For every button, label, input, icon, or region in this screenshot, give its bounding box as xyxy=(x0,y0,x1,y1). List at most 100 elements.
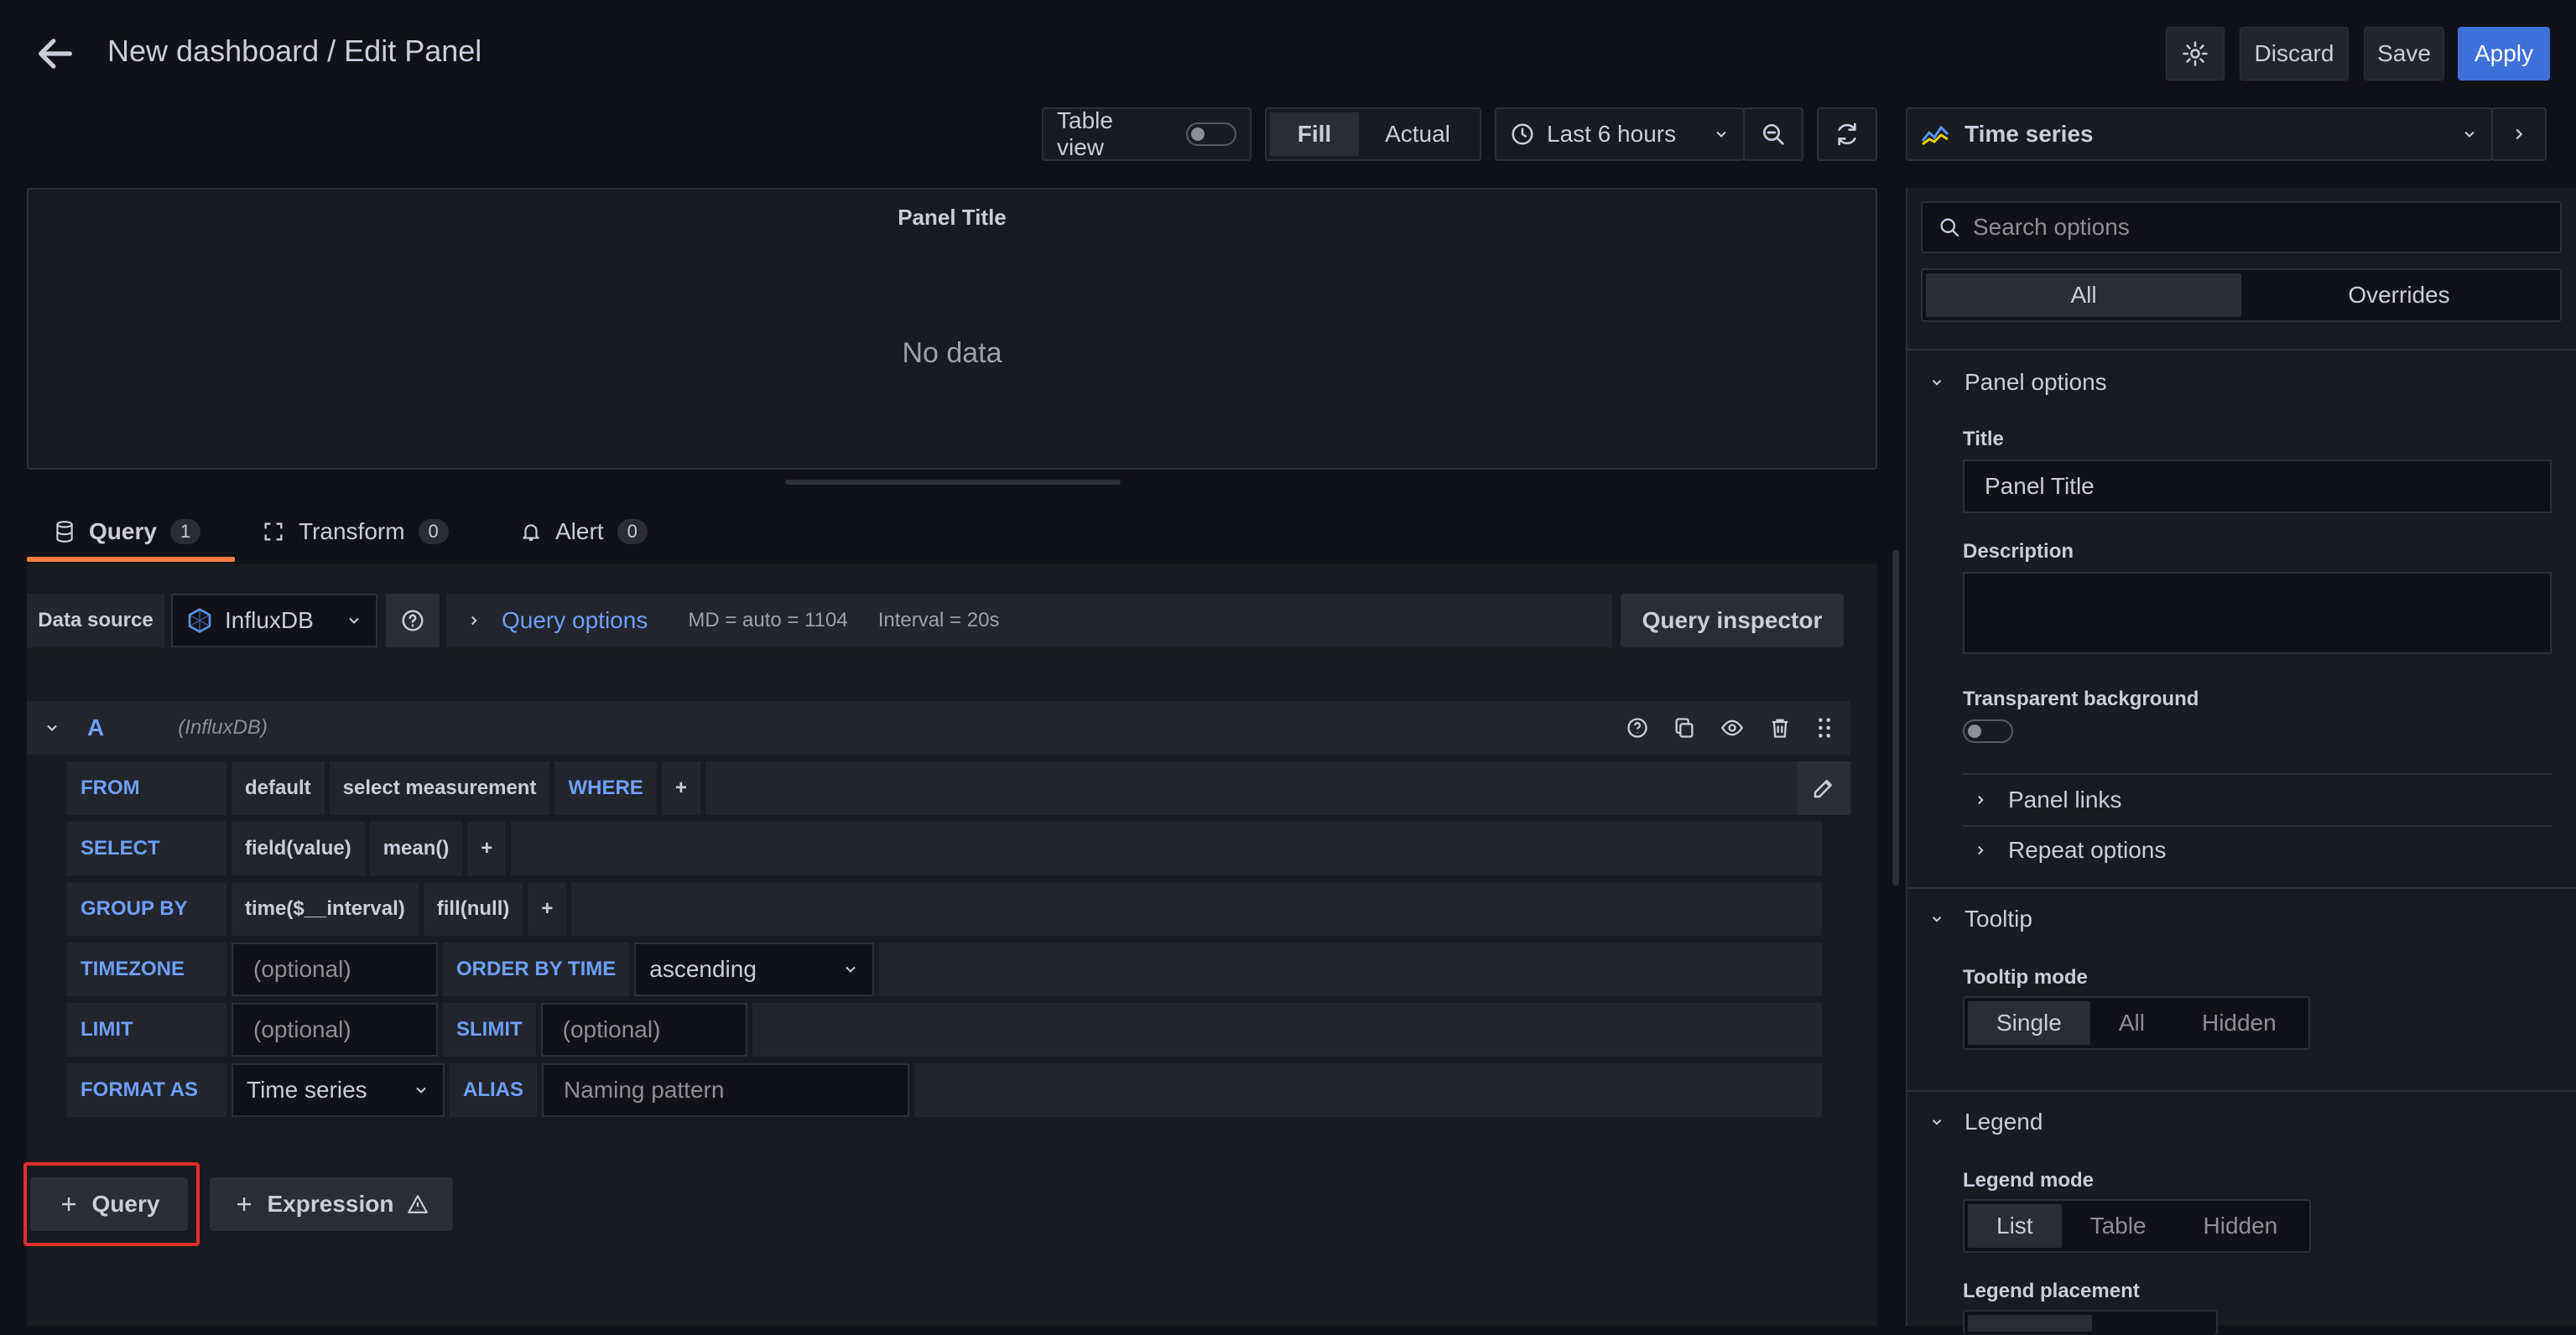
field-segment[interactable]: field(value) xyxy=(232,822,365,875)
transparent-background-switch[interactable] xyxy=(1963,719,2013,743)
tooltip-mode-all[interactable]: All xyxy=(2090,1001,2173,1045)
retention-policy-segment[interactable]: default xyxy=(232,761,325,815)
alias-keyword: ALIAS xyxy=(450,1063,537,1117)
query-inspector-label: Query inspector xyxy=(1642,607,1823,633)
datasource-help-button[interactable] xyxy=(386,594,440,647)
eye-icon[interactable] xyxy=(1720,716,1745,740)
query-options-toggle[interactable]: Query options MD = auto = 1104 Interval … xyxy=(446,594,1612,647)
tooltip-mode-hidden[interactable]: Hidden xyxy=(2173,1001,2305,1045)
time-interval-segment[interactable]: time($__interval) xyxy=(232,882,419,936)
visualization-picker[interactable]: Time series xyxy=(1906,107,2493,161)
chevron-down-icon[interactable] xyxy=(44,719,60,736)
panel-links-title: Panel links xyxy=(2008,787,2122,813)
datasource-label-text: Data source xyxy=(38,609,154,631)
dashboard-settings-button[interactable] xyxy=(2166,27,2225,81)
trash-icon[interactable] xyxy=(1768,716,1792,740)
measurement-segment[interactable]: select measurement xyxy=(329,761,550,815)
add-where-button[interactable]: + xyxy=(661,761,700,815)
chevron-down-icon xyxy=(349,617,359,624)
add-expression-button[interactable]: Expression xyxy=(210,1177,453,1231)
alias-input[interactable]: Naming pattern xyxy=(542,1063,909,1117)
visualization-label: Time series xyxy=(1965,121,2094,147)
fill-option[interactable]: Fill xyxy=(1270,112,1359,156)
apply-button[interactable]: Apply xyxy=(2458,27,2550,81)
drag-handle-icon[interactable] xyxy=(1815,716,1834,740)
add-query-button[interactable]: Query xyxy=(30,1177,188,1231)
help-icon[interactable] xyxy=(1626,716,1649,740)
save-button[interactable]: Save xyxy=(2364,27,2444,81)
panel-options-header[interactable]: Panel options xyxy=(1929,369,2107,396)
description-field-label: Description xyxy=(1963,540,2074,563)
datasource-picker[interactable]: InfluxDB xyxy=(171,594,377,647)
tooltip-mode-single[interactable]: Single xyxy=(1968,1001,2090,1045)
query-timezone-row: TIMEZONE (optional) ORDER BY TIME ascend… xyxy=(67,943,1822,996)
legend-header[interactable]: Legend xyxy=(1929,1109,2043,1135)
from-keyword: FROM xyxy=(67,761,226,815)
tab-query[interactable]: Query 1 xyxy=(54,518,201,545)
pencil-icon xyxy=(1814,780,1832,798)
table-view-switch[interactable] xyxy=(1186,122,1236,146)
add-select-button[interactable]: + xyxy=(467,822,507,875)
query-select-row: SELECT field(value) mean() + xyxy=(67,822,1822,875)
chevron-right-icon xyxy=(1978,845,1984,855)
query-inspector-button[interactable]: Query inspector xyxy=(1621,594,1844,647)
repeat-options-header[interactable]: Repeat options xyxy=(1973,837,2166,864)
duplicate-icon[interactable] xyxy=(1673,716,1696,740)
tab-transform[interactable]: Transform 0 xyxy=(262,518,449,545)
bell-icon xyxy=(523,524,539,541)
query-groupby-row: GROUP BY time($__interval) fill(null) + xyxy=(67,882,1822,936)
panel-title: Panel Title xyxy=(898,205,1007,230)
slimit-input[interactable]: (optional) xyxy=(540,1003,747,1057)
actual-option[interactable]: Actual xyxy=(1359,112,1476,156)
add-groupby-button[interactable]: + xyxy=(528,882,567,936)
chevron-right-icon xyxy=(471,616,477,626)
tab-all[interactable]: All xyxy=(1926,273,2241,317)
chevron-right-icon xyxy=(1978,795,1984,805)
query-row-header[interactable]: A (InfluxDB) xyxy=(27,701,1850,755)
query-options-md: MD = auto = 1104 xyxy=(688,609,848,631)
description-textarea[interactable] xyxy=(1963,572,2552,654)
legend-mode-hidden[interactable]: Hidden xyxy=(2175,1204,2307,1248)
legend-placement-selected[interactable] xyxy=(1968,1315,2092,1332)
discard-button[interactable]: Discard xyxy=(2240,27,2349,81)
limit-input[interactable]: (optional) xyxy=(232,1003,438,1057)
query-format-row: FORMAT AS Time series ALIAS Naming patte… xyxy=(67,1063,1822,1117)
query-area-scrollbar[interactable] xyxy=(1892,550,1899,886)
format-as-keyword: FORMAT AS xyxy=(67,1063,226,1117)
panel-links-header[interactable]: Panel links xyxy=(1973,787,2121,813)
raw-query-edit-button[interactable] xyxy=(1797,761,1850,815)
tab-alert[interactable]: Alert 0 xyxy=(520,518,648,545)
select-keyword: SELECT xyxy=(67,822,226,875)
order-select[interactable]: ascending xyxy=(634,943,875,996)
help-icon xyxy=(402,610,424,631)
chevron-right-icon xyxy=(2516,128,2523,140)
back-button[interactable] xyxy=(34,32,77,75)
legend-mode-table[interactable]: Table xyxy=(2062,1204,2175,1248)
tooltip-header[interactable]: Tooltip xyxy=(1929,906,2032,932)
tab-overrides[interactable]: Overrides xyxy=(2241,273,2557,317)
legend-placement-radio[interactable] xyxy=(1963,1310,2218,1335)
panel-preview: Panel Title No data xyxy=(27,188,1877,470)
zoom-out-button[interactable] xyxy=(1743,107,1803,161)
search-options-input[interactable]: Search options xyxy=(1921,201,2562,253)
title-input[interactable]: Panel Title xyxy=(1963,460,2552,513)
format-select[interactable]: Time series xyxy=(232,1063,445,1117)
time-range-label: Last 6 hours xyxy=(1547,121,1677,147)
table-view-toggle[interactable]: Table view xyxy=(1042,107,1252,161)
pane-resize-handle[interactable] xyxy=(785,480,1121,485)
plus-icon xyxy=(237,1197,251,1211)
chevron-down-icon xyxy=(1716,131,1726,138)
fill-segment[interactable]: fill(null) xyxy=(423,882,523,936)
aggregation-segment[interactable]: mean() xyxy=(369,822,463,875)
fill-actual-radio[interactable]: Fill Actual xyxy=(1265,107,1481,161)
query-ref-id[interactable]: A xyxy=(87,714,104,741)
slimit-keyword: SLIMIT xyxy=(443,1003,536,1057)
order-by-time-keyword: ORDER BY TIME xyxy=(443,943,630,996)
legend-mode-list[interactable]: List xyxy=(1968,1204,2062,1248)
tab-transform-count: 0 xyxy=(418,519,449,544)
options-pane-toggle[interactable] xyxy=(2491,107,2547,161)
time-range-picker[interactable]: Last 6 hours xyxy=(1495,107,1745,161)
timezone-input[interactable]: (optional) xyxy=(232,943,438,996)
arrow-left-icon xyxy=(39,39,72,69)
refresh-button[interactable] xyxy=(1817,107,1877,161)
